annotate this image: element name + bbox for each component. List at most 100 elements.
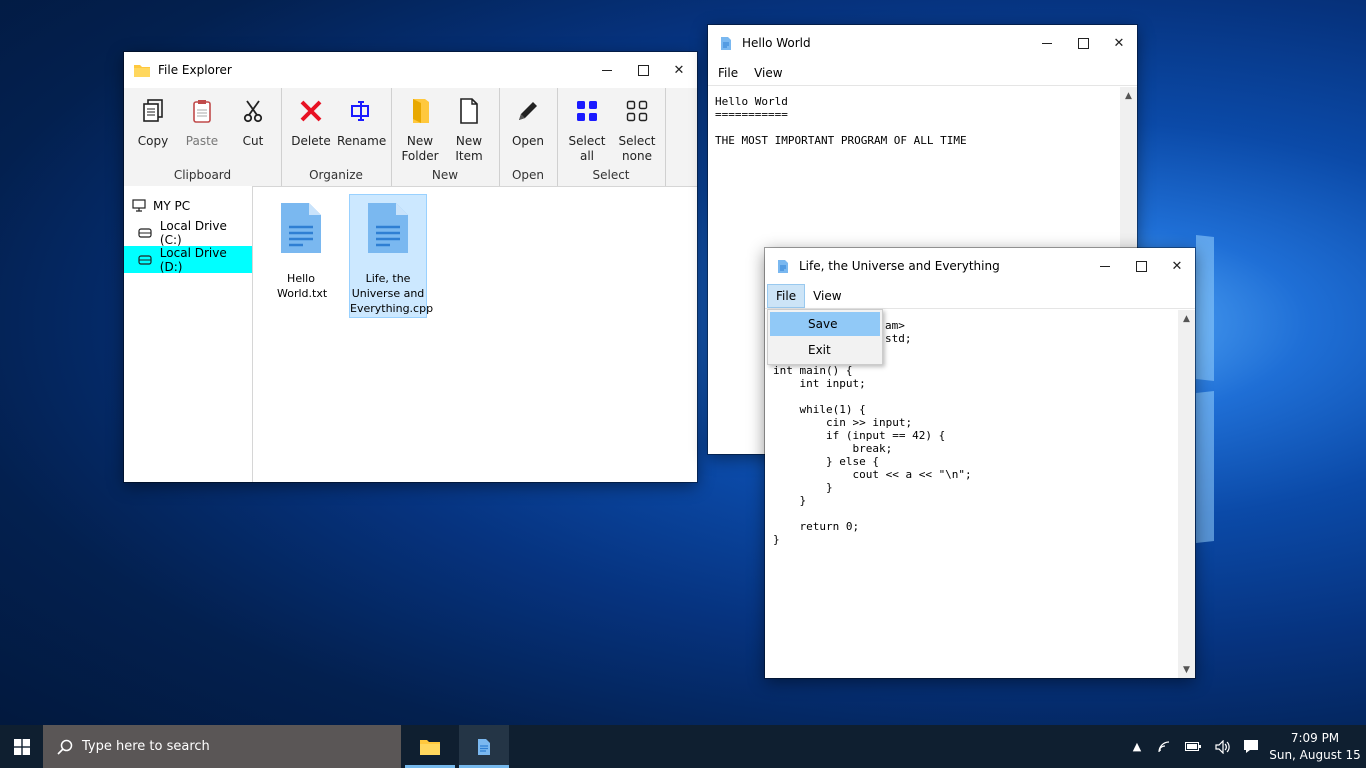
- document-icon: [775, 258, 791, 274]
- folder-icon: [420, 739, 440, 755]
- group-label: Clipboard: [173, 168, 232, 182]
- menu-view[interactable]: View: [805, 284, 849, 308]
- nav-item-my-pc[interactable]: MY PC: [124, 192, 252, 219]
- computer-icon: [132, 199, 148, 212]
- group-label: Select: [592, 168, 630, 182]
- life-universe-titlebar[interactable]: Life, the Universe and Everything ✕: [765, 248, 1195, 284]
- battery-icon[interactable]: [1183, 725, 1203, 768]
- new-folder-icon: [396, 94, 444, 128]
- group-label: New: [431, 168, 459, 182]
- cut-button[interactable]: Cut: [229, 94, 277, 149]
- scroll-up-icon[interactable]: ▲: [1120, 87, 1137, 104]
- wallpaper-beam: [1196, 235, 1214, 381]
- document-icon: [350, 201, 426, 259]
- new-file-icon: [445, 94, 493, 128]
- navigation-pane: MY PC Local Drive (C:) Local Drive (D:): [124, 186, 253, 482]
- delete-x-icon: [287, 94, 335, 128]
- code-area[interactable]: int main() { int input; while(1) { cin >…: [773, 351, 972, 546]
- nav-item-drive-d[interactable]: Local Drive (D:): [124, 246, 252, 274]
- vertical-scrollbar[interactable]: ▲ ▼: [1178, 310, 1195, 678]
- clipboard-icon: [178, 94, 226, 128]
- menu-bar: File View: [765, 284, 1195, 309]
- pencil-icon: [504, 94, 552, 128]
- clock-date: Sun, August 15: [1269, 747, 1361, 762]
- minimize-button[interactable]: [1087, 248, 1123, 284]
- wallpaper-beam: [1196, 391, 1214, 543]
- open-button[interactable]: Open: [504, 94, 552, 149]
- ribbon: Copy Paste Cut Clipboard Delete Rename O…: [124, 88, 697, 187]
- group-label: Organize: [309, 168, 363, 182]
- scroll-down-icon[interactable]: ▼: [1178, 661, 1195, 678]
- notification-icon[interactable]: [1241, 725, 1261, 768]
- document-icon: [478, 738, 490, 755]
- text-area[interactable]: Hello World =========== THE MOST IMPORTA…: [715, 95, 967, 147]
- start-button[interactable]: [0, 725, 43, 768]
- taskbar-file-explorer[interactable]: [405, 725, 455, 768]
- ribbon-group-organize: Delete Rename Organize: [281, 88, 392, 186]
- file-name: Hello World.txt: [277, 272, 328, 300]
- copy-button[interactable]: Copy: [129, 94, 177, 149]
- maximize-button[interactable]: [1123, 248, 1159, 284]
- minimize-button[interactable]: [589, 52, 625, 88]
- folder-icon: [134, 62, 150, 78]
- select-all-button[interactable]: Select all: [563, 94, 611, 164]
- search-placeholder: Type here to search: [82, 739, 210, 754]
- menu-file[interactable]: File: [710, 61, 746, 85]
- menu-file[interactable]: File: [767, 284, 806, 308]
- file-item-hello-world[interactable]: Hello World.txt: [263, 196, 339, 310]
- ribbon-group-clipboard: Copy Paste Cut Clipboard: [124, 88, 282, 186]
- file-explorer-titlebar[interactable]: File Explorer ✕: [124, 52, 697, 88]
- scroll-up-icon[interactable]: ▲: [1178, 310, 1195, 327]
- ribbon-group-select: Select all Select none Select: [557, 88, 666, 186]
- clock-time: 7:09 PM: [1290, 730, 1340, 745]
- ribbon-group-open: Open Open: [499, 88, 558, 186]
- ribbon-group-new: New Folder New Item New: [391, 88, 500, 186]
- taskbar-text-editor[interactable]: [459, 725, 509, 768]
- scissors-icon: [229, 94, 277, 128]
- menu-item-exit[interactable]: Exit: [770, 338, 880, 362]
- new-item-button[interactable]: New Item: [445, 94, 493, 164]
- maximize-button[interactable]: [625, 52, 661, 88]
- close-button[interactable]: ✕: [661, 52, 697, 88]
- windows-logo-icon: [13, 738, 30, 755]
- copy-icon: [129, 94, 177, 128]
- nav-item-drive-c[interactable]: Local Drive (C:): [124, 219, 252, 247]
- window-title: Hello World: [742, 36, 811, 50]
- file-list: Hello World.txt Life, the Universe and E…: [253, 186, 697, 482]
- code-fragment: am>: [885, 319, 905, 332]
- menu-view[interactable]: View: [746, 61, 790, 85]
- group-label: Open: [511, 168, 545, 182]
- drive-icon: [138, 254, 154, 265]
- file-explorer-window: File Explorer ✕ Copy Paste Cut Clipboard: [124, 52, 697, 482]
- hello-world-titlebar[interactable]: Hello World ✕: [708, 25, 1137, 61]
- maximize-button[interactable]: [1065, 25, 1101, 61]
- rename-button[interactable]: Rename: [337, 94, 386, 149]
- window-title: Life, the Universe and Everything: [799, 259, 1000, 273]
- file-dropdown-menu: Save Exit: [767, 309, 883, 365]
- document-icon: [718, 35, 734, 51]
- clock[interactable]: 7:09 PM Sun, August 15: [1268, 725, 1362, 768]
- menu-bar: File View: [708, 61, 1137, 86]
- rename-icon: [337, 94, 385, 128]
- close-button[interactable]: ✕: [1101, 25, 1137, 61]
- minimize-button[interactable]: [1029, 25, 1065, 61]
- menu-item-save[interactable]: Save: [770, 312, 880, 336]
- close-button[interactable]: ✕: [1159, 248, 1195, 284]
- select-none-button[interactable]: Select none: [613, 94, 661, 164]
- window-title: File Explorer: [158, 63, 232, 77]
- file-item-life-universe[interactable]: Life, the Universe and Everything.cpp: [349, 194, 434, 318]
- paste-button[interactable]: Paste: [178, 94, 226, 149]
- show-hidden-icons-button[interactable]: ▲: [1128, 725, 1146, 768]
- select-none-icon: [613, 94, 661, 128]
- new-folder-button[interactable]: New Folder: [396, 94, 444, 164]
- taskbar-search-box[interactable]: Type here to search: [43, 725, 401, 768]
- delete-button[interactable]: Delete: [287, 94, 335, 149]
- select-all-icon: [563, 94, 611, 128]
- volume-icon[interactable]: [1213, 725, 1233, 768]
- network-icon[interactable]: [1155, 725, 1173, 768]
- taskbar: Type here to search ▲ 7:09 PM Sun, Augus…: [0, 725, 1366, 768]
- file-name: Life, the Universe and Everything.cpp: [350, 272, 434, 315]
- search-icon: [57, 739, 73, 755]
- document-icon: [263, 201, 339, 259]
- drive-icon: [138, 227, 154, 238]
